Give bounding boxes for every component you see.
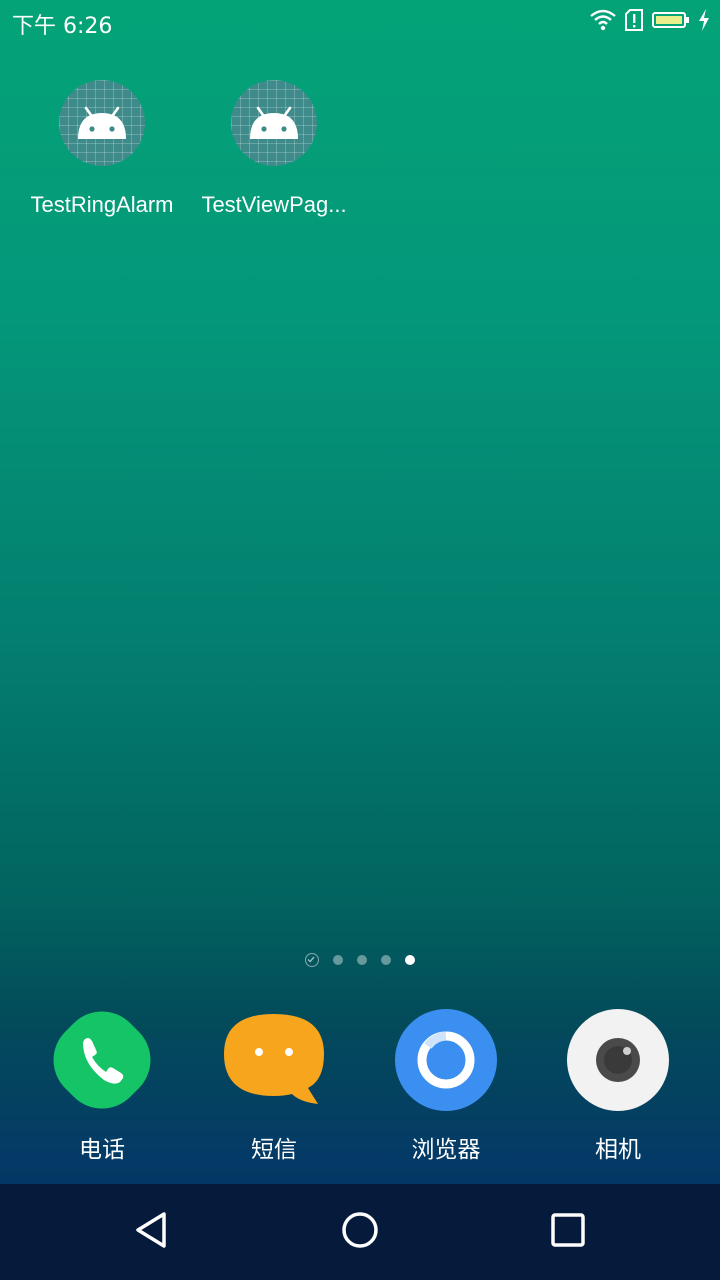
- battery-icon: [652, 10, 690, 35]
- dock-phone[interactable]: 电话: [16, 1008, 188, 1164]
- app-test-view-pager[interactable]: TestViewPag...: [186, 80, 362, 218]
- status-bar: 下午 6:26: [0, 0, 720, 40]
- page-indicator[interactable]: [0, 953, 720, 967]
- dock-label: 短信: [251, 1137, 297, 1163]
- page-dot[interactable]: [333, 955, 343, 965]
- app-label: TestRingAlarm: [30, 192, 174, 217]
- status-time: 下午 6:26: [12, 14, 113, 39]
- recents-icon: [550, 1212, 586, 1253]
- home-icon: [340, 1210, 380, 1255]
- dock-camera[interactable]: 相机: [532, 1008, 704, 1164]
- dock-label: 电话: [79, 1137, 125, 1163]
- recents-button[interactable]: [508, 1184, 628, 1280]
- android-icon: [59, 80, 145, 166]
- back-icon: [132, 1210, 172, 1255]
- navigation-bar: [0, 1184, 720, 1280]
- camera-icon: [566, 1008, 670, 1112]
- app-label: TestViewPag...: [201, 192, 347, 217]
- android-icon: [231, 80, 317, 166]
- browser-icon: [394, 1008, 498, 1112]
- back-button[interactable]: [92, 1184, 212, 1280]
- phone-icon: [50, 1008, 154, 1112]
- dock-label: 相机: [595, 1137, 641, 1163]
- dock-browser[interactable]: 浏览器: [360, 1008, 532, 1164]
- dock-messages[interactable]: 短信: [188, 1008, 360, 1164]
- wifi-icon: [590, 9, 616, 36]
- page-dot[interactable]: [357, 955, 367, 965]
- home-screen: 下午 6:26 TestRingAlarm TestViewPag... 电话 …: [0, 0, 720, 1280]
- sim-alert-icon: [624, 9, 644, 36]
- message-icon: [222, 1008, 326, 1112]
- page-dot[interactable]: [381, 955, 391, 965]
- page-dot-home[interactable]: [305, 953, 319, 967]
- app-test-ring-alarm[interactable]: TestRingAlarm: [14, 80, 190, 218]
- dock-label: 浏览器: [411, 1137, 481, 1163]
- page-dot-active[interactable]: [405, 955, 415, 965]
- home-button[interactable]: [300, 1184, 420, 1280]
- charging-icon: [698, 9, 710, 36]
- status-icons: [590, 9, 710, 36]
